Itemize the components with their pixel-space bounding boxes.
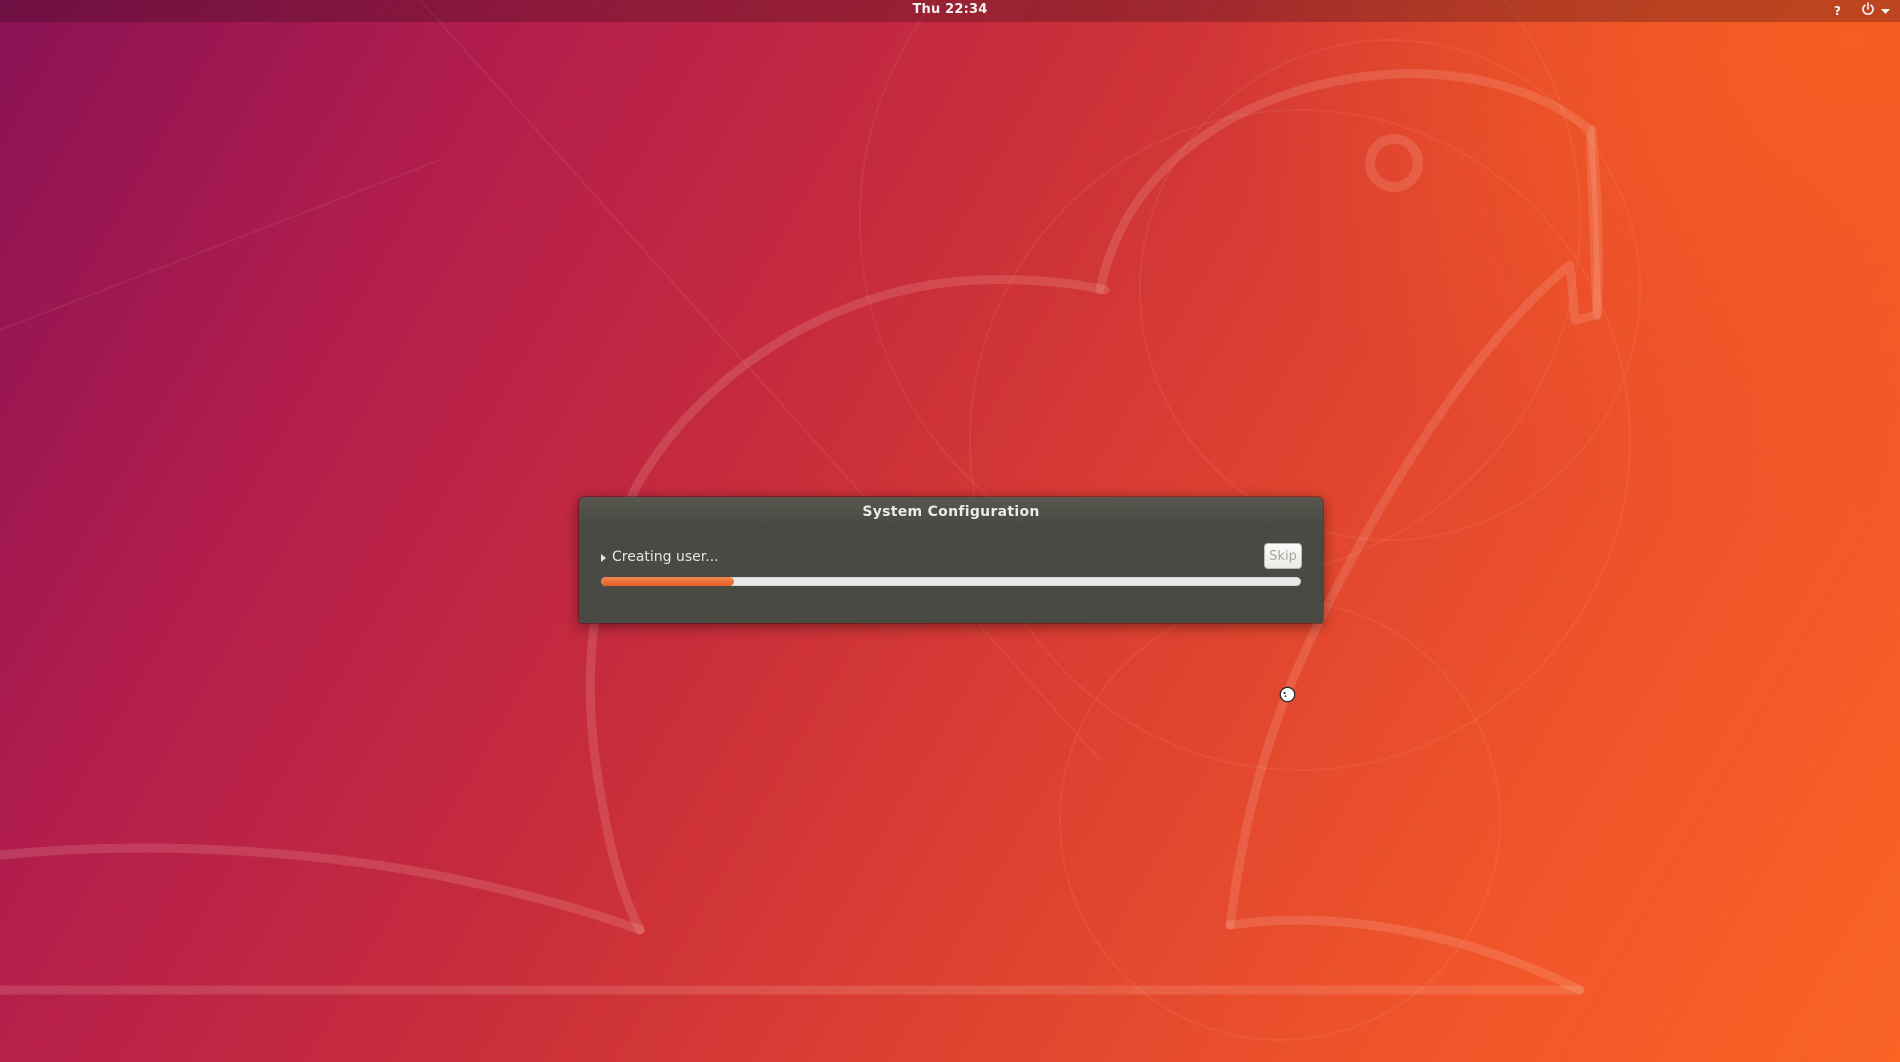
progress-bar-fill — [601, 577, 734, 586]
power-icon — [1861, 2, 1875, 20]
dialog-body: Creating user... Skip — [579, 527, 1323, 623]
dialog-title: System Configuration — [579, 497, 1323, 527]
chevron-down-icon — [1881, 4, 1890, 19]
system-menu-button[interactable] — [1861, 2, 1890, 20]
status-label: Creating user... — [612, 549, 719, 565]
skip-button[interactable]: Skip — [1264, 543, 1302, 569]
details-expander[interactable]: Creating user... — [601, 549, 719, 565]
progress-bar — [601, 577, 1301, 586]
help-indicator[interactable]: ? — [1834, 4, 1841, 18]
busy-cursor-icon — [1279, 686, 1296, 703]
expander-arrow-icon — [601, 554, 606, 562]
system-configuration-dialog: System Configuration Creating user... Sk… — [579, 497, 1323, 623]
clock[interactable]: Thu 22:34 — [0, 2, 1900, 17]
system-tray: ? — [1834, 1, 1890, 21]
top-bar: Thu 22:34 ? — [0, 0, 1900, 22]
